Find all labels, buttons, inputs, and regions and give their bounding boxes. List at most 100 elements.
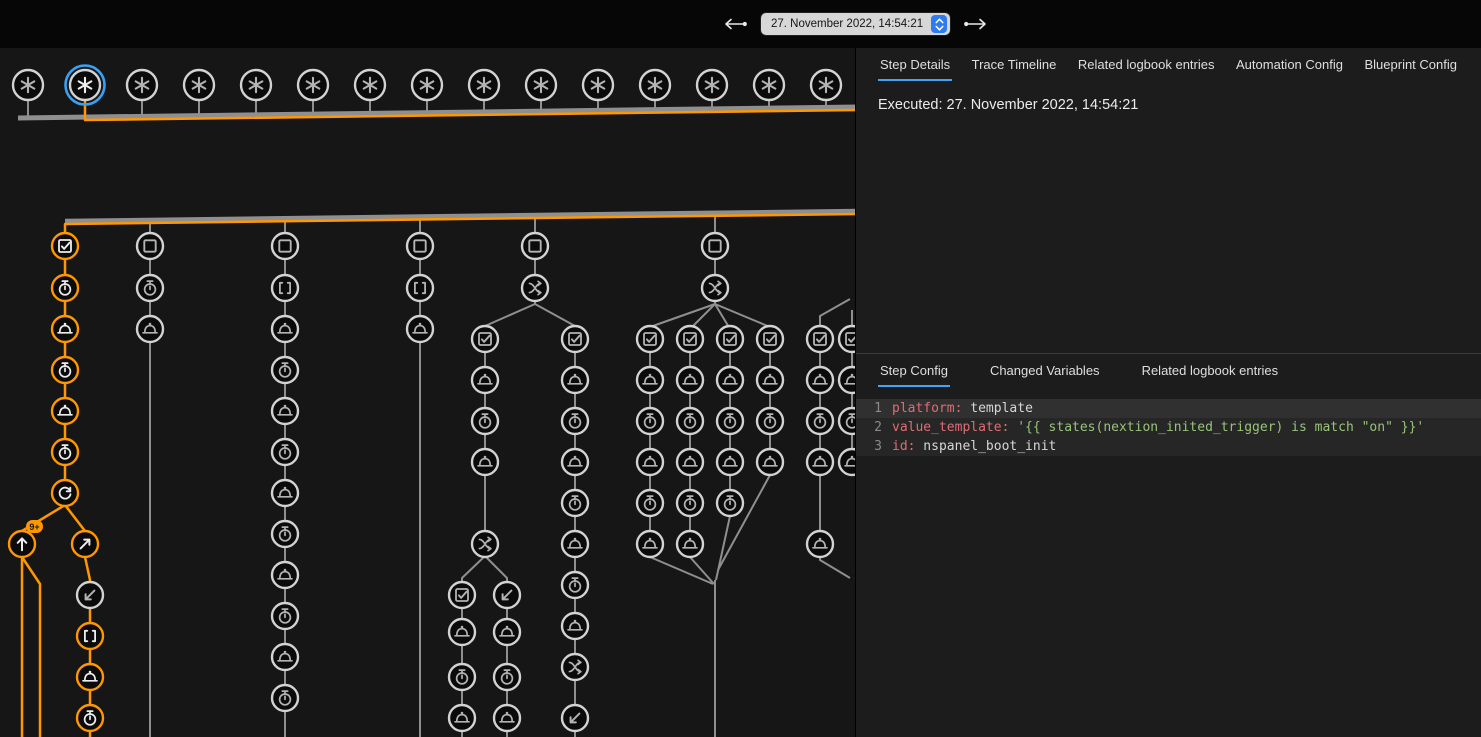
trace-node-asterisk[interactable] xyxy=(526,70,556,100)
trace-node-checkbox[interactable] xyxy=(677,326,703,352)
trace-node-square[interactable] xyxy=(137,233,163,259)
trace-node-timer[interactable] xyxy=(52,275,78,301)
trace-node-timer[interactable] xyxy=(562,408,588,434)
trace-node-dome[interactable] xyxy=(137,316,163,342)
trace-node-square[interactable] xyxy=(522,233,548,259)
trace-node-asterisk[interactable] xyxy=(13,70,43,100)
trace-node-timer[interactable] xyxy=(677,408,703,434)
trace-node-dome[interactable] xyxy=(272,398,298,424)
step-config-code[interactable]: 1platform: template2value_template: '{{ … xyxy=(856,399,1481,456)
tab-step-details[interactable]: Step Details xyxy=(878,48,952,81)
trace-node-dome[interactable] xyxy=(717,449,743,475)
trace-node-timer[interactable] xyxy=(272,439,298,465)
trace-node-asterisk[interactable] xyxy=(583,70,613,100)
trace-node-timer[interactable] xyxy=(717,408,743,434)
trace-node-timer[interactable] xyxy=(449,664,475,690)
trace-node-timer[interactable] xyxy=(272,685,298,711)
trace-node-asterisk[interactable] xyxy=(355,70,385,100)
next-trace-button[interactable] xyxy=(962,17,988,31)
trace-node-parallel[interactable] xyxy=(522,275,548,301)
trace-node-square[interactable] xyxy=(272,233,298,259)
trace-node-timer[interactable] xyxy=(807,408,833,434)
trace-node-dome[interactable] xyxy=(807,449,833,475)
trace-node-arrow-up-right[interactable] xyxy=(72,531,98,557)
trace-node-timer[interactable] xyxy=(272,603,298,629)
trace-node-asterisk[interactable] xyxy=(640,70,670,100)
trace-node-timer[interactable] xyxy=(77,705,103,731)
trace-node-dome[interactable] xyxy=(449,705,475,731)
trace-node-dome[interactable] xyxy=(562,367,588,393)
trace-node-arrow-down-left[interactable] xyxy=(494,582,520,608)
trace-node-dome[interactable] xyxy=(52,316,78,342)
trace-node-timer[interactable] xyxy=(562,572,588,598)
tab-step-config[interactable]: Step Config xyxy=(878,354,950,387)
trace-node-arrow-down-left[interactable] xyxy=(562,705,588,731)
trace-node-dome[interactable] xyxy=(272,316,298,342)
tab-trace-timeline[interactable]: Trace Timeline xyxy=(970,48,1059,81)
trace-node-dome[interactable] xyxy=(637,531,663,557)
trace-node-checkbox[interactable] xyxy=(807,326,833,352)
trace-node-arrow-down-left[interactable] xyxy=(77,582,103,608)
trace-node-brackets[interactable] xyxy=(77,623,103,649)
trace-node-dome[interactable] xyxy=(472,449,498,475)
trace-node-dome[interactable] xyxy=(472,367,498,393)
trace-node-timer[interactable] xyxy=(677,490,703,516)
trace-run-select[interactable]: 27. November 2022, 14:54:21 xyxy=(761,13,950,35)
trace-node-dome[interactable] xyxy=(637,449,663,475)
trace-node-asterisk[interactable] xyxy=(66,66,105,105)
trace-node-asterisk[interactable] xyxy=(298,70,328,100)
trace-node-square[interactable] xyxy=(407,233,433,259)
trace-node-dome[interactable] xyxy=(494,705,520,731)
trace-node-dome[interactable] xyxy=(272,480,298,506)
trace-node-dome[interactable] xyxy=(807,367,833,393)
trace-node-dome[interactable] xyxy=(562,449,588,475)
trace-node-dome[interactable] xyxy=(562,531,588,557)
trace-node-checkbox[interactable] xyxy=(637,326,663,352)
trace-node-dome[interactable] xyxy=(272,562,298,588)
tab-automation-config[interactable]: Automation Config xyxy=(1234,48,1345,81)
trace-node-checkbox[interactable] xyxy=(472,326,498,352)
trace-node-dome[interactable] xyxy=(52,398,78,424)
trace-node-asterisk[interactable] xyxy=(469,70,499,100)
trace-node-checkbox[interactable] xyxy=(449,582,475,608)
trace-node-square[interactable] xyxy=(702,233,728,259)
trace-node-dome[interactable] xyxy=(637,367,663,393)
trace-node-checkbox[interactable] xyxy=(717,326,743,352)
trace-node-dome[interactable] xyxy=(272,644,298,670)
trace-node-timer[interactable] xyxy=(757,408,783,434)
trace-node-timer[interactable] xyxy=(637,490,663,516)
trace-node-timer[interactable] xyxy=(52,439,78,465)
trace-node-timer[interactable] xyxy=(52,357,78,383)
tab-blueprint-config[interactable]: Blueprint Config xyxy=(1362,48,1459,81)
trace-node-timer[interactable] xyxy=(494,664,520,690)
trace-node-checkbox[interactable] xyxy=(52,233,78,259)
trace-node-arrow-up[interactable]: 9+ xyxy=(9,520,43,557)
trace-node-asterisk[interactable] xyxy=(811,70,841,100)
trace-node-timer[interactable] xyxy=(137,275,163,301)
trace-node-asterisk[interactable] xyxy=(184,70,214,100)
trace-node-parallel[interactable] xyxy=(702,275,728,301)
trace-node-asterisk[interactable] xyxy=(754,70,784,100)
trace-node-dome[interactable] xyxy=(449,619,475,645)
trace-node-asterisk[interactable] xyxy=(697,70,727,100)
tab-related-logbook-entries[interactable]: Related logbook entries xyxy=(1140,354,1281,387)
trace-node-dome[interactable] xyxy=(717,367,743,393)
trace-node-dome[interactable] xyxy=(807,531,833,557)
tab-related-logbook-entries[interactable]: Related logbook entries xyxy=(1076,48,1217,81)
trace-node-timer[interactable] xyxy=(272,521,298,547)
trace-node-dome[interactable] xyxy=(494,619,520,645)
trace-node-dome[interactable] xyxy=(677,531,703,557)
trace-node-dome[interactable] xyxy=(407,316,433,342)
trace-node-asterisk[interactable] xyxy=(412,70,442,100)
trace-node-parallel[interactable] xyxy=(562,654,588,680)
trace-node-checkbox[interactable] xyxy=(562,326,588,352)
trace-node-brackets[interactable] xyxy=(272,275,298,301)
trace-node-brackets[interactable] xyxy=(407,275,433,301)
trace-node-timer[interactable] xyxy=(562,490,588,516)
trace-node-dome[interactable] xyxy=(77,664,103,690)
trace-node-dome[interactable] xyxy=(757,367,783,393)
trace-node-asterisk[interactable] xyxy=(127,70,157,100)
trace-node-parallel[interactable] xyxy=(472,531,498,557)
trace-node-timer[interactable] xyxy=(637,408,663,434)
tab-changed-variables[interactable]: Changed Variables xyxy=(988,354,1102,387)
